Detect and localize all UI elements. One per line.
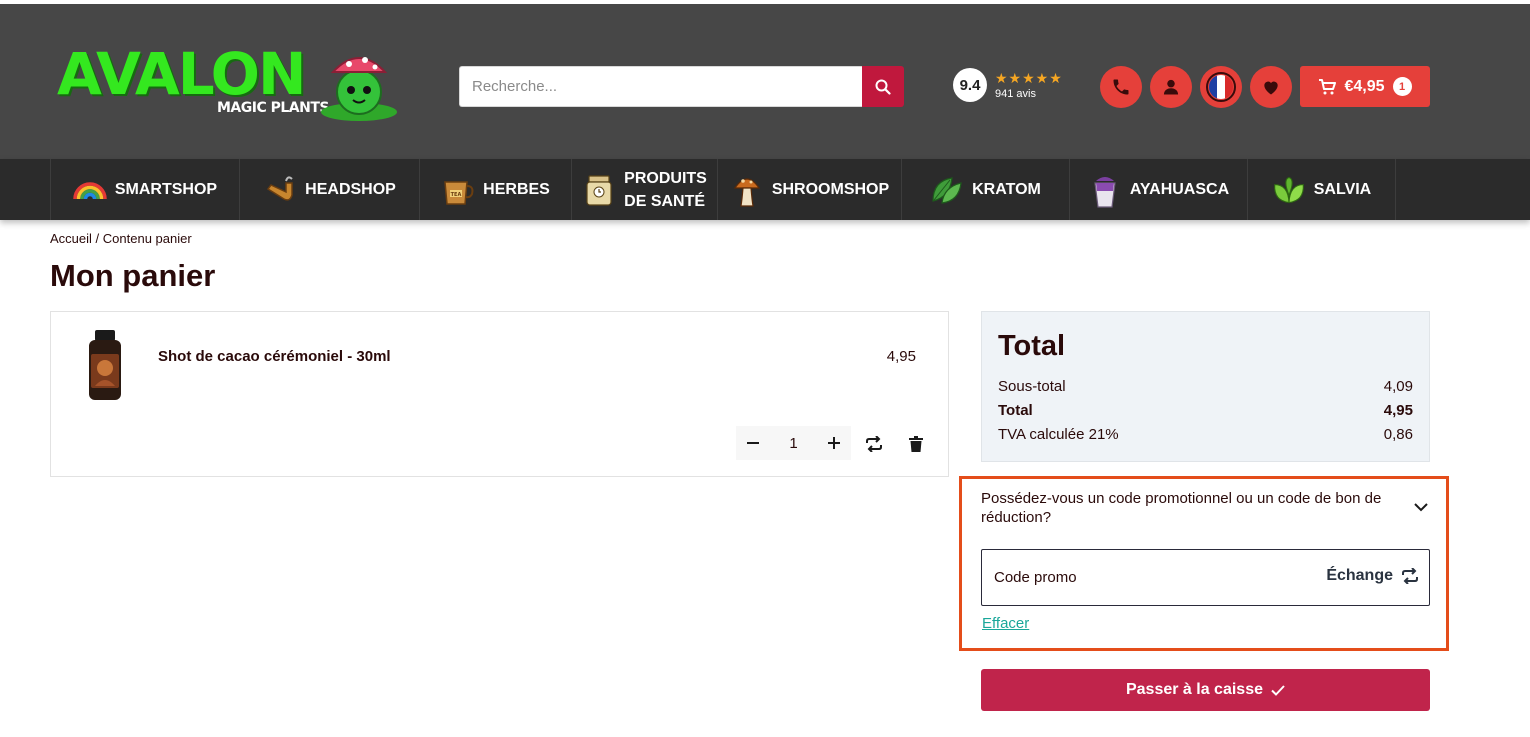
- cart-count-badge: 1: [1392, 77, 1412, 96]
- cart-item-card: Shot de cacao cérémoniel - 30ml 4,95 1: [50, 311, 949, 477]
- update-item-button[interactable]: [862, 432, 886, 456]
- site-header: AVALON MAGIC PLANTS 9.4 ★★★★★ 941 avis: [0, 4, 1530, 159]
- breadcrumb-current: Contenu panier: [102, 231, 192, 246]
- promo-code-field: Échange: [981, 549, 1430, 606]
- cart-amount: €4,95: [1344, 77, 1385, 95]
- summary-value: 0,86: [1383, 426, 1413, 443]
- salvia-leaves-icon: [1272, 173, 1306, 207]
- minus-icon: [747, 442, 759, 444]
- summary-row-total: Total 4,95: [998, 402, 1413, 419]
- summary-value: 4,09: [1383, 378, 1413, 395]
- promo-clear-link[interactable]: Effacer: [982, 615, 1029, 632]
- breadcrumb: Accueil / Contenu panier: [50, 231, 192, 246]
- nav-item-kratom[interactable]: KRATOM: [902, 159, 1070, 220]
- checkout-button[interactable]: Passer à la caisse: [981, 669, 1430, 711]
- rainbow-icon: [73, 173, 107, 207]
- order-summary: Total Sous-total 4,09 Total 4,95 TVA cal…: [981, 311, 1430, 462]
- refresh-icon: [866, 436, 882, 452]
- nav-item-herbes[interactable]: TEA HERBES: [420, 159, 572, 220]
- nav-label: PRODUITS DE SANTÉ: [624, 167, 707, 213]
- mushroom-icon: [730, 173, 764, 207]
- plus-icon: [828, 437, 840, 449]
- chevron-down-icon: [1414, 502, 1428, 511]
- nav-label: KRATOM: [972, 181, 1041, 198]
- checkout-label: Passer à la caisse: [1125, 681, 1263, 698]
- checkmark-icon: [1271, 684, 1285, 696]
- cart-icon: [1319, 78, 1337, 94]
- nav-label-line2: DE SANTÉ: [624, 192, 706, 210]
- nav-label: HEADSHOP: [305, 181, 396, 198]
- phone-button[interactable]: [1100, 66, 1142, 108]
- nav-label: SHROOMSHOP: [771, 181, 890, 198]
- summary-label: Total: [998, 402, 1033, 419]
- trash-icon: [909, 436, 923, 452]
- nav-item-shroomshop[interactable]: SHROOMSHOP: [718, 159, 902, 220]
- promo-code-input[interactable]: [994, 550, 1294, 605]
- exchange-icon: [1402, 568, 1418, 584]
- summary-label: TVA calculée 21%: [998, 426, 1119, 443]
- rating-info: ★★★★★ 941 avis: [995, 71, 1063, 100]
- product-price: 4,95: [886, 348, 916, 365]
- heart-icon: [1264, 81, 1278, 95]
- pipe-icon: [263, 173, 297, 207]
- site-logo[interactable]: AVALON MAGIC PLANTS: [57, 44, 407, 124]
- rating-count: 941 avis: [995, 87, 1036, 100]
- logo-title: AVALON: [57, 40, 307, 108]
- promo-exchange-label: Échange: [1326, 567, 1393, 584]
- remove-item-button[interactable]: [904, 432, 928, 456]
- nav-item-headshop[interactable]: HEADSHOP: [240, 159, 420, 220]
- breadcrumb-home[interactable]: Accueil: [50, 231, 92, 246]
- rating-stars: ★★★★★: [995, 69, 1063, 86]
- reviews-rating[interactable]: 9.4 ★★★★★ 941 avis: [953, 68, 1063, 102]
- search-form: [459, 66, 904, 107]
- nav-label: SALVIA: [1313, 181, 1372, 198]
- summary-row-subtotal: Sous-total 4,09: [998, 378, 1413, 395]
- category-nav: SMARTSHOP HEADSHOP TEA HERBES PRODUITS D…: [0, 159, 1530, 220]
- account-button[interactable]: [1150, 66, 1192, 108]
- nav-label-line1: PRODUITS: [624, 169, 707, 187]
- nav-item-salvia[interactable]: SALVIA: [1248, 159, 1396, 220]
- product-name[interactable]: Shot de cacao cérémoniel - 30ml: [158, 348, 391, 365]
- summary-value: 4,95: [1383, 402, 1413, 419]
- cart-button[interactable]: €4,95 1: [1300, 66, 1430, 107]
- summary-row-vat: TVA calculée 21% 0,86: [998, 426, 1413, 443]
- nav-label: SMARTSHOP: [114, 181, 218, 198]
- decrease-quantity-button[interactable]: [736, 426, 770, 460]
- phone-icon: [1113, 79, 1129, 95]
- drink-cup-icon: [1088, 173, 1122, 208]
- nav-item-smartshop[interactable]: SMARTSHOP: [50, 159, 240, 220]
- language-button[interactable]: [1200, 66, 1242, 108]
- promo-toggle-label[interactable]: Possédez-vous un code promotionnel ou un…: [981, 489, 1401, 527]
- france-flag-icon: [1206, 72, 1236, 102]
- search-icon: [875, 79, 891, 95]
- summary-title: Total: [998, 330, 1066, 362]
- product-image[interactable]: [87, 330, 123, 402]
- nav-item-produits-de-sante[interactable]: PRODUITS DE SANTÉ: [572, 159, 718, 220]
- promo-exchange-button[interactable]: Échange: [1326, 567, 1419, 585]
- quantity-value[interactable]: 1: [789, 435, 797, 452]
- quantity-stepper: 1: [736, 426, 851, 460]
- logo-subtitle: MAGIC PLANTS: [217, 100, 329, 116]
- supplement-jar-icon: [582, 173, 616, 207]
- nav-item-ayahuasca[interactable]: AYAHUASCA: [1070, 159, 1248, 220]
- leaf-icon: [930, 173, 964, 207]
- promo-toggle-button[interactable]: [1411, 497, 1431, 517]
- search-button[interactable]: [862, 66, 904, 107]
- summary-label: Sous-total: [998, 378, 1066, 395]
- increase-quantity-button[interactable]: [817, 426, 851, 460]
- mascot-icon: [321, 57, 397, 121]
- user-icon: [1163, 79, 1179, 95]
- rating-score: 9.4: [953, 68, 987, 102]
- nav-label: HERBES: [483, 181, 550, 198]
- breadcrumb-separator: /: [95, 231, 100, 246]
- tea-cup-icon: TEA: [441, 173, 475, 207]
- nav-label: AYAHUASCA: [1129, 181, 1230, 198]
- svg-text:TEA: TEA: [451, 192, 462, 198]
- search-input[interactable]: [459, 66, 862, 107]
- wishlist-button[interactable]: [1250, 66, 1292, 108]
- page-title: Mon panier: [50, 258, 216, 293]
